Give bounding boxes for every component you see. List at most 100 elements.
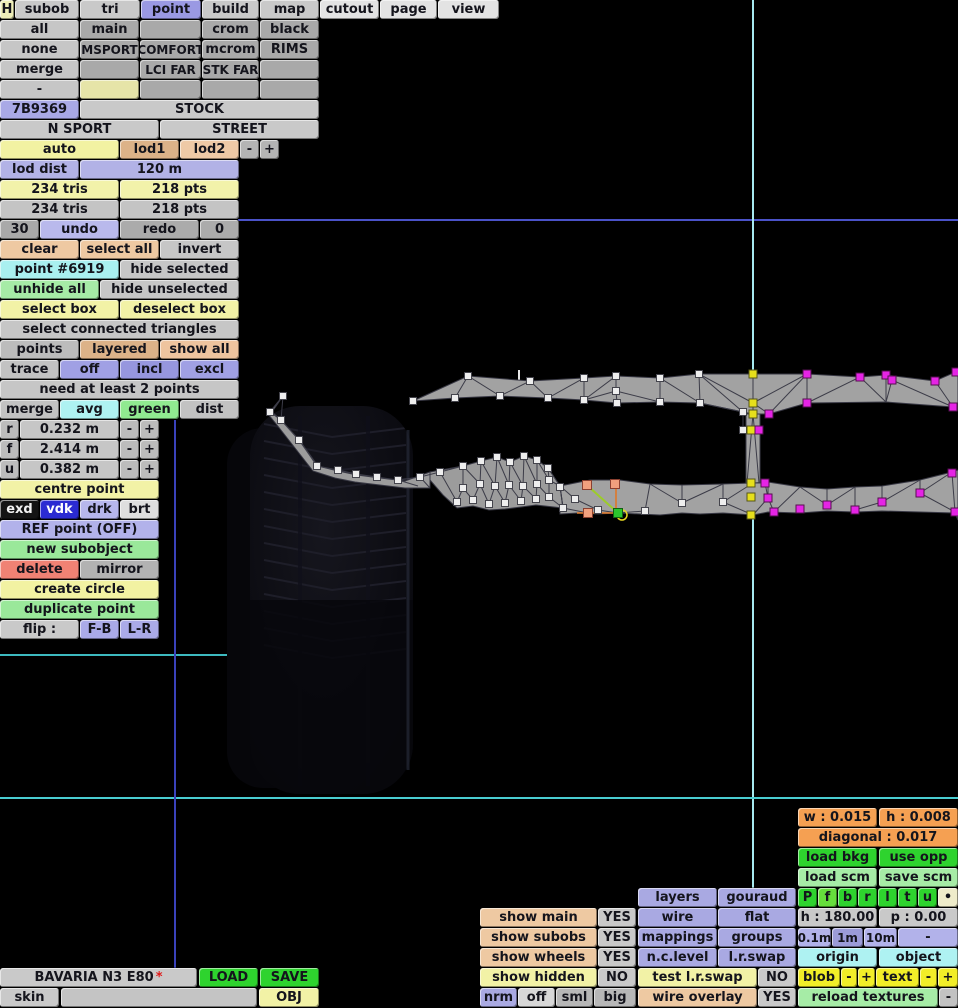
mesh-vertex[interactable]: [533, 480, 541, 488]
config-empty-1[interactable]: [140, 20, 201, 39]
mesh-vertex[interactable]: [453, 498, 461, 506]
mesh-vertex[interactable]: [695, 370, 703, 378]
view-u[interactable]: u: [918, 888, 937, 907]
coord-f-value[interactable]: 2.414 m: [20, 440, 119, 459]
text-plus[interactable]: +: [938, 968, 958, 987]
text-minus[interactable]: -: [920, 968, 937, 987]
load-button[interactable]: LOAD: [199, 968, 258, 987]
lr-swap-button[interactable]: l.r.swap: [718, 948, 796, 967]
mesh-vertex[interactable]: [763, 493, 773, 503]
mesh-vertex[interactable]: [279, 392, 287, 400]
hide-unselected-button[interactable]: hide unselected: [100, 280, 239, 299]
mesh-vertex[interactable]: [594, 506, 602, 514]
coord-r-value[interactable]: 0.232 m: [20, 420, 119, 439]
blob-plus[interactable]: +: [858, 968, 875, 987]
mesh-vertex[interactable]: [352, 470, 360, 478]
lod-minus[interactable]: -: [240, 140, 259, 159]
mesh-vertex[interactable]: [656, 398, 664, 406]
select-connected-button[interactable]: select connected triangles: [0, 320, 239, 339]
lod-dist-value[interactable]: 120 m: [80, 160, 239, 179]
mesh-vertex[interactable]: [746, 492, 756, 502]
config-none[interactable]: none: [0, 40, 79, 59]
mesh-vertex[interactable]: [582, 480, 592, 490]
config-rims[interactable]: RIMS: [260, 40, 319, 59]
setup-n-sport[interactable]: N SPORT: [0, 120, 159, 139]
merge-avg[interactable]: avg: [60, 400, 119, 419]
nrm-big[interactable]: big: [594, 988, 636, 1007]
cam-heading[interactable]: h : 180.00: [798, 908, 877, 927]
mesh-vertex[interactable]: [464, 372, 472, 380]
coord-u-minus[interactable]: -: [120, 460, 139, 479]
coord-u-value[interactable]: 0.382 m: [20, 460, 119, 479]
menu-view[interactable]: view: [438, 0, 499, 19]
setup-street[interactable]: STREET: [160, 120, 319, 139]
mesh-vertex[interactable]: [493, 453, 501, 461]
mesh-vertex[interactable]: [409, 397, 417, 405]
invert-button[interactable]: invert: [160, 240, 239, 259]
coord-r-label[interactable]: r: [0, 420, 19, 439]
mesh-vertex[interactable]: [526, 377, 534, 385]
centre-point-button[interactable]: centre point: [0, 480, 159, 499]
coord-u-plus[interactable]: +: [140, 460, 159, 479]
coord-r-minus[interactable]: -: [120, 420, 139, 439]
vehicle-name[interactable]: BAVARIA N3 E80 *: [0, 968, 197, 987]
config-minus[interactable]: -: [0, 80, 79, 99]
nrm-button[interactable]: nrm: [480, 988, 517, 1007]
mesh-vertex[interactable]: [612, 387, 620, 395]
mesh-vertex[interactable]: [544, 464, 552, 472]
cam-pitch[interactable]: p : 0.00: [879, 908, 958, 927]
mesh-vertex[interactable]: [416, 473, 424, 481]
mesh-vertex[interactable]: [580, 396, 588, 404]
mesh-vertex[interactable]: [583, 508, 593, 518]
lod-1[interactable]: lod1: [120, 140, 179, 159]
config-empty-3[interactable]: [260, 60, 319, 79]
create-circle-button[interactable]: create circle: [0, 580, 159, 599]
mesh-vertex[interactable]: [476, 480, 484, 488]
config-lci-far[interactable]: LCI FAR: [140, 60, 201, 79]
text-button[interactable]: text: [876, 968, 919, 987]
mesh-vertex[interactable]: [373, 473, 381, 481]
mesh-vertex[interactable]: [748, 398, 758, 408]
mesh-vertex[interactable]: [739, 408, 747, 416]
mesh-vertex-selected[interactable]: [613, 508, 623, 518]
mesh-vertex[interactable]: [613, 399, 621, 407]
mesh-vertex[interactable]: [760, 478, 770, 488]
grid-1m[interactable]: 1m: [832, 928, 863, 947]
show-main-value[interactable]: YES: [598, 908, 636, 927]
redo-button[interactable]: redo: [120, 220, 199, 239]
view-p[interactable]: P: [798, 888, 817, 907]
show-main-button[interactable]: show main: [480, 908, 597, 927]
mesh-vertex[interactable]: [951, 367, 958, 377]
shade-vdk[interactable]: vdk: [40, 500, 79, 519]
test-lr-swap-button[interactable]: test l.r.swap: [638, 968, 757, 987]
merge-green[interactable]: green: [120, 400, 179, 419]
show-all-button[interactable]: show all: [160, 340, 239, 359]
pts-count-total[interactable]: 218 pts: [120, 200, 239, 219]
view-t[interactable]: t: [898, 888, 917, 907]
mesh-vertex[interactable]: [313, 462, 321, 470]
coord-f-plus[interactable]: +: [140, 440, 159, 459]
wire-overlay-button[interactable]: wire overlay: [638, 988, 757, 1007]
mesh-vertex[interactable]: [459, 462, 467, 470]
nc-level-button[interactable]: n.c.level: [638, 948, 717, 967]
mesh-vertex[interactable]: [822, 500, 832, 510]
mesh-vertex[interactable]: [334, 466, 342, 474]
reload-textures-button[interactable]: reload textures: [798, 988, 938, 1007]
origin-button[interactable]: origin: [798, 948, 877, 967]
redo-count[interactable]: 0: [200, 220, 239, 239]
wire-overlay-value[interactable]: YES: [758, 988, 796, 1007]
menu-cutout[interactable]: cutout: [320, 0, 379, 19]
mesh-vertex[interactable]: [485, 500, 493, 508]
setup-stock[interactable]: STOCK: [80, 100, 319, 119]
save-button[interactable]: SAVE: [260, 968, 319, 987]
mesh-vertex[interactable]: [451, 394, 459, 402]
mesh-vertex[interactable]: [544, 394, 552, 402]
mesh-vertex[interactable]: [746, 478, 756, 488]
grid-01m[interactable]: 0.1m: [798, 928, 831, 947]
menu-build[interactable]: build: [202, 0, 259, 19]
test-lr-swap-value[interactable]: NO: [758, 968, 796, 987]
mesh-vertex[interactable]: [877, 497, 887, 507]
mesh-vertex[interactable]: [501, 499, 509, 507]
mesh-vertex[interactable]: [678, 499, 686, 507]
tris-count-total[interactable]: 234 tris: [0, 200, 119, 219]
